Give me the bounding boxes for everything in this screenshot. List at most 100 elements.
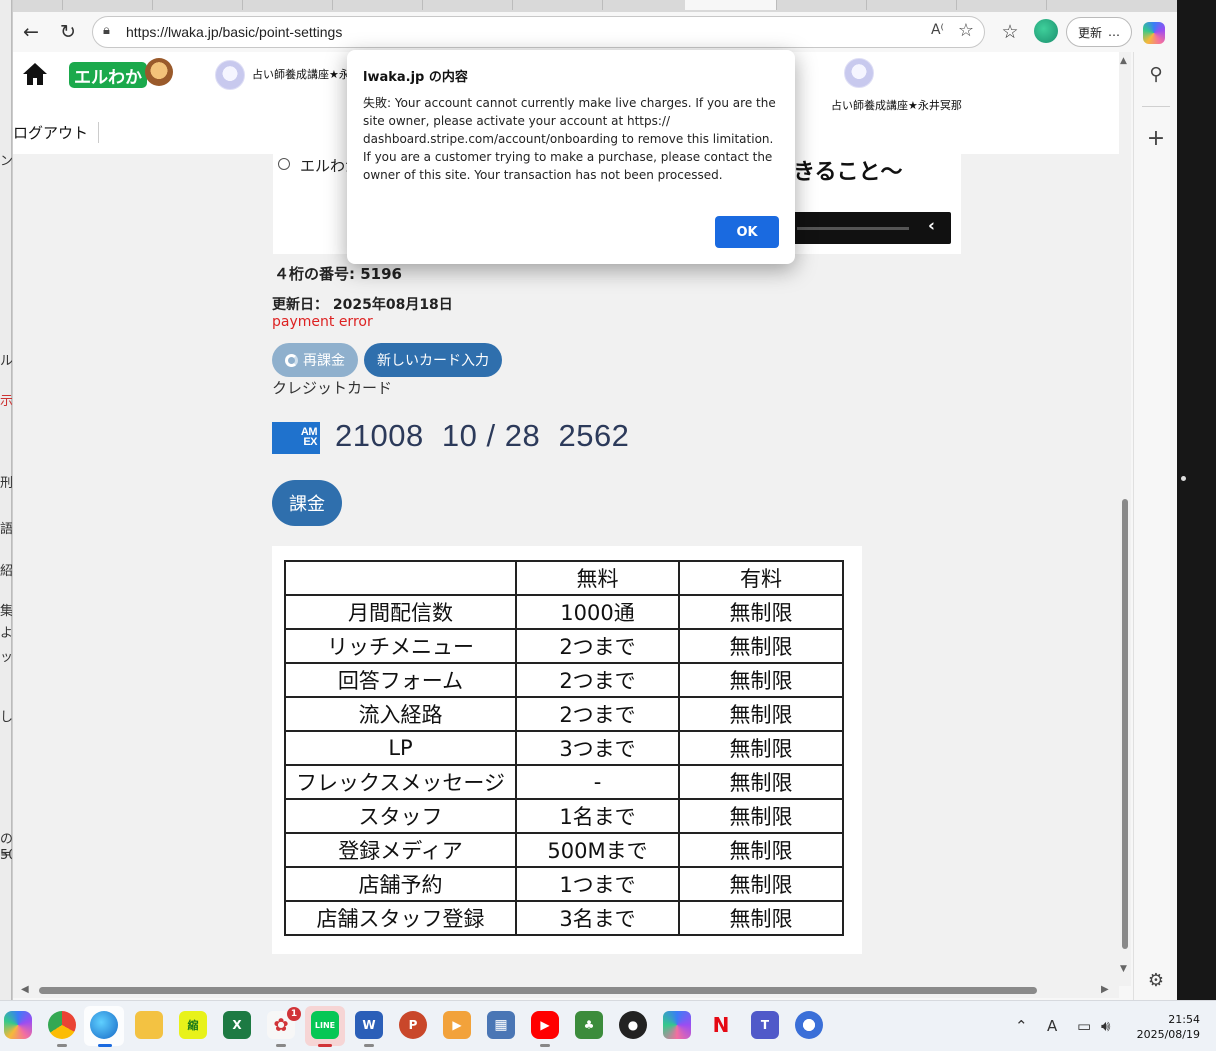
table-row: フレックスメッセージ - 無制限: [284, 764, 844, 800]
app-icon[interactable]: ♣: [575, 1011, 603, 1039]
horizontal-scrollbar[interactable]: ◀ ▶: [13, 984, 1119, 998]
bg-text: し: [0, 710, 12, 725]
table-row: 店舗スタッフ登録 3名まで 無制限: [284, 900, 844, 936]
browser-toolbar: ← ↻ 🔒︎ https://lwaka.jp/basic/point-sett…: [13, 12, 1177, 52]
table-cell: リッチメニュー: [284, 628, 517, 664]
app-icon[interactable]: [795, 1011, 823, 1039]
search-icon[interactable]: ⚲: [1144, 62, 1168, 86]
excel-icon[interactable]: X: [223, 1011, 251, 1039]
clock[interactable]: 21:54 2025/08/19: [1136, 1012, 1200, 1042]
table-cell: 店舗予約: [284, 866, 517, 902]
tab[interactable]: [867, 0, 957, 10]
table-cell: 1名まで: [515, 798, 680, 834]
running-indicator: [318, 1044, 332, 1047]
tab[interactable]: [333, 0, 423, 10]
tab[interactable]: [13, 0, 63, 10]
charge-button[interactable]: 課金: [272, 480, 342, 526]
tab[interactable]: [63, 0, 153, 10]
read-aloud-icon[interactable]: A⁽: [931, 22, 944, 38]
scroll-down-icon[interactable]: ▼: [1120, 964, 1127, 974]
more-icon[interactable]: …: [1108, 25, 1120, 39]
scroll-right-icon[interactable]: ▶: [1101, 984, 1109, 995]
lock-icon[interactable]: 🔒︎: [103, 23, 110, 38]
scroll-left-icon[interactable]: ◀: [21, 984, 29, 995]
card-details: 21008 10 / 28 2562: [335, 418, 630, 453]
chevron-left-icon[interactable]: ‹: [928, 216, 935, 236]
refresh-icon[interactable]: ↻: [54, 18, 82, 46]
word-icon[interactable]: W: [355, 1011, 383, 1039]
scrollbar-thumb[interactable]: [39, 987, 1037, 994]
amex-text: EX: [303, 436, 317, 448]
copilot-icon[interactable]: [4, 1011, 32, 1039]
address-bar[interactable]: 🔒︎ https://lwaka.jp/basic/point-settings…: [92, 16, 985, 48]
media-player-icon[interactable]: ▶: [443, 1011, 471, 1039]
profile-avatar[interactable]: [1034, 19, 1058, 43]
table-cell: 無制限: [678, 798, 844, 834]
file-explorer-icon[interactable]: [135, 1011, 163, 1039]
calculator-icon[interactable]: ▦: [487, 1011, 515, 1039]
edge-icon[interactable]: [90, 1011, 118, 1039]
update-button[interactable]: 更新 …: [1066, 17, 1132, 47]
progress-track[interactable]: [797, 227, 909, 230]
vertical-scrollbar[interactable]: ▲ ▼: [1119, 52, 1131, 986]
site-logo[interactable]: エルわか: [69, 62, 147, 88]
ime-indicator[interactable]: A: [1047, 1017, 1057, 1035]
obs-icon[interactable]: ●: [619, 1011, 647, 1039]
date: 2025/08/19: [1136, 1028, 1200, 1041]
table-cell: 流入経路: [284, 696, 517, 732]
ok-button[interactable]: OK: [715, 216, 779, 248]
favorite-star-icon[interactable]: ☆: [958, 20, 974, 41]
bg-text: 50: [0, 848, 12, 863]
chevron-up-icon[interactable]: ⌃: [1015, 1017, 1028, 1035]
settings-gear-icon[interactable]: ⚙: [1144, 968, 1168, 992]
bg-text: 集: [0, 604, 12, 619]
table-cell: 3つまで: [515, 730, 680, 766]
logout-link[interactable]: ログアウト: [13, 122, 100, 143]
account-avatar[interactable]: [844, 58, 874, 88]
bg-text: ッ: [0, 650, 12, 665]
volume-icon[interactable]: 🔊︎: [1101, 1017, 1110, 1035]
new-card-button[interactable]: 新しいカード入力: [364, 343, 502, 377]
tab-active[interactable]: [685, 0, 777, 10]
tab[interactable]: [243, 0, 333, 10]
add-icon[interactable]: +: [1144, 126, 1168, 151]
tab[interactable]: [513, 0, 603, 10]
tab-strip: [13, 0, 1177, 12]
line-icon[interactable]: LINE: [311, 1011, 339, 1039]
tab[interactable]: [957, 0, 1047, 10]
bg-text: 刑: [0, 476, 12, 491]
photos-icon[interactable]: ✿ 1: [267, 1007, 301, 1039]
home-icon[interactable]: [21, 60, 49, 88]
account-avatar[interactable]: [215, 60, 245, 90]
table-cell: 500Mまで: [515, 832, 680, 868]
media-control-bar[interactable]: ‹: [793, 212, 951, 244]
table-row: 登録メディア 500Mまで 無制限: [284, 832, 844, 868]
app-icon[interactable]: 縮: [179, 1011, 207, 1039]
chrome-icon[interactable]: [48, 1011, 76, 1039]
scrollbar-thumb[interactable]: [1122, 499, 1128, 949]
copilot-icon[interactable]: [1143, 22, 1165, 44]
account-name[interactable]: 占い師養成講座★永井冥那: [831, 97, 962, 113]
teams-icon[interactable]: T: [751, 1011, 779, 1039]
back-arrow-icon[interactable]: ←: [17, 18, 45, 46]
copilot-365-icon[interactable]: [663, 1011, 691, 1039]
table-cell: 店舗スタッフ登録: [284, 900, 517, 936]
running-indicator: [364, 1044, 374, 1047]
scroll-up-icon[interactable]: ▲: [1120, 56, 1127, 66]
table-cell: 無制限: [678, 662, 844, 698]
bg-text: ン: [0, 154, 12, 169]
tab[interactable]: [423, 0, 513, 10]
bg-text: 語: [0, 522, 12, 537]
plan-table: 無料 有料 月間配信数 1000通 無制限 リッチメニュー 2つまで 無制限 回答フォーム 2つま…: [284, 560, 844, 936]
tab[interactable]: [153, 0, 243, 10]
tab[interactable]: [777, 0, 867, 10]
youtube-icon[interactable]: ▶: [531, 1011, 559, 1039]
netflix-icon[interactable]: N: [707, 1011, 735, 1039]
powerpoint-icon[interactable]: P: [399, 1011, 427, 1039]
recharge-button[interactable]: 再課金: [272, 343, 358, 377]
url-text[interactable]: https://lwaka.jp/basic/point-settings: [126, 24, 342, 40]
favorites-icon[interactable]: ☆: [996, 18, 1024, 46]
radio-button[interactable]: [278, 158, 290, 170]
network-icon[interactable]: ▭: [1077, 1017, 1091, 1035]
table-cell: 1000通: [515, 594, 680, 630]
